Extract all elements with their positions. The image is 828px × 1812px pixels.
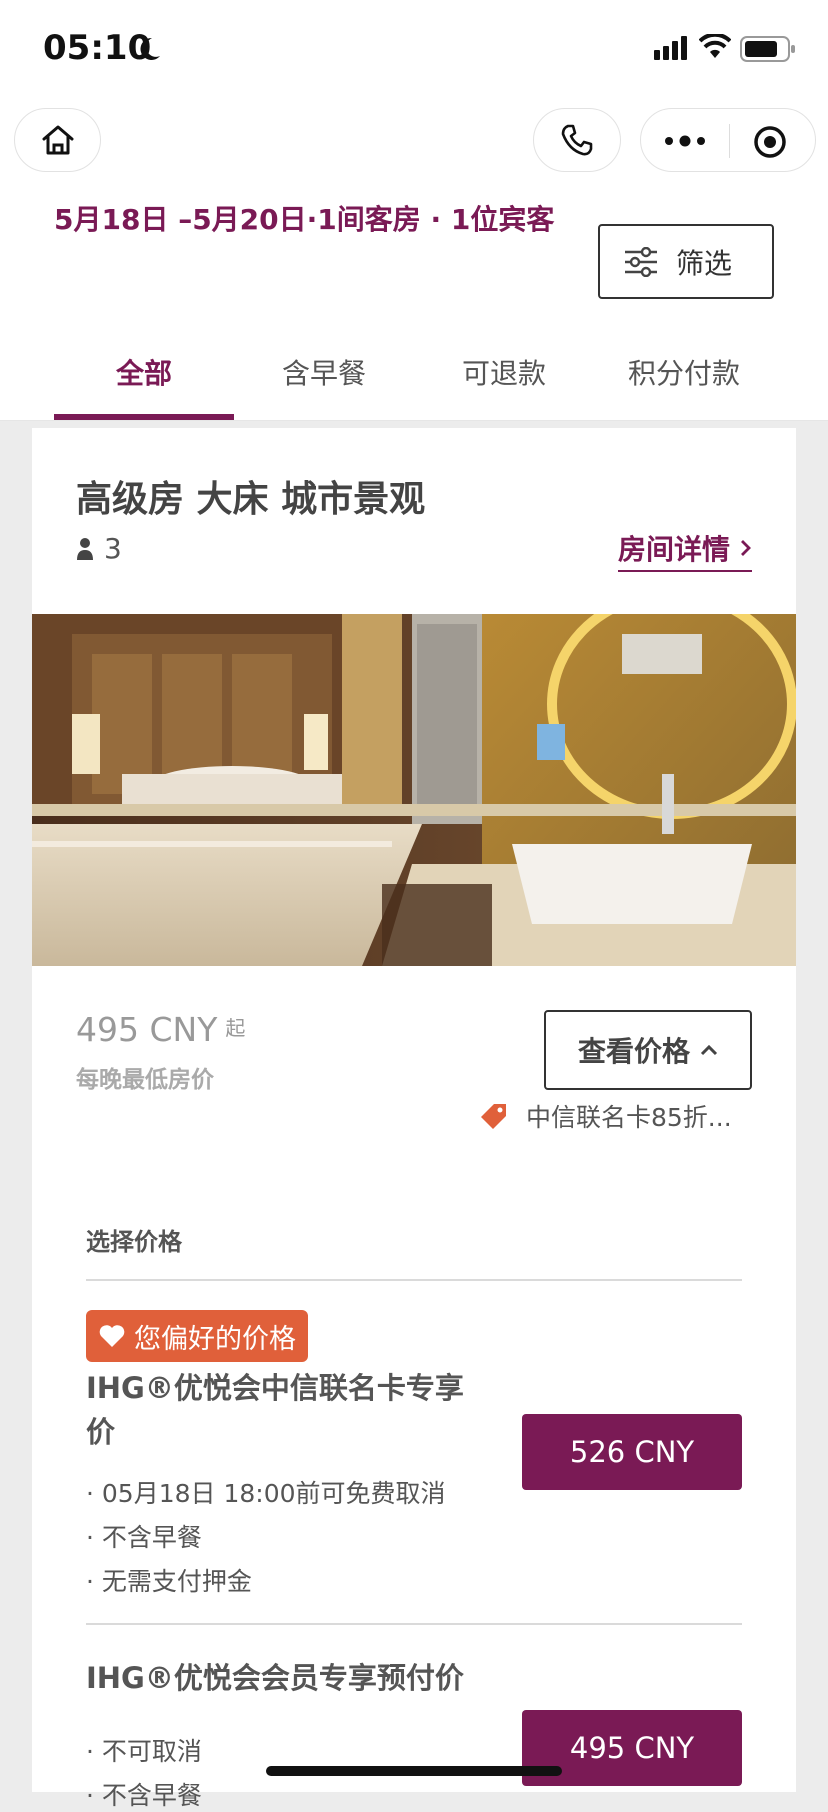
status-time: 05:10 <box>43 28 152 68</box>
person-icon <box>77 537 93 560</box>
capsule-divider <box>729 124 730 158</box>
divider <box>86 1279 742 1281</box>
status-bar: 05:10 <box>0 0 828 100</box>
room-photo[interactable] <box>32 614 796 966</box>
call-button[interactable] <box>533 108 621 172</box>
chevron-up-icon <box>700 1044 718 1056</box>
home-button[interactable] <box>14 108 101 172</box>
lowest-price-value: 495 CNY <box>76 1010 218 1049</box>
rate-name: IHG®优悦会会员专享预付价 <box>86 1661 464 1695</box>
home-icon <box>42 125 73 155</box>
rate-filter-tabs: 全部 含早餐 可退款 积分付款 <box>0 324 828 421</box>
home-indicator[interactable] <box>266 1766 562 1776</box>
price-tag-icon <box>481 1104 506 1129</box>
moon-icon <box>140 37 160 60</box>
phone-icon <box>561 124 593 156</box>
rate-feature: · 无需支付押金 <box>86 1567 252 1596</box>
filter-label: 筛选 <box>676 246 733 280</box>
lowest-price-note: 每晚最低房价 <box>76 1067 214 1093</box>
promo-text: 中信联名卡85折... <box>526 1103 732 1132</box>
room-details-label: 房间详情 <box>617 533 730 566</box>
filter-sliders-icon <box>625 246 657 277</box>
close-mini-program-icon[interactable] <box>753 125 787 159</box>
room-occupancy: 3 <box>76 532 122 565</box>
mini-program-capsule <box>640 108 816 172</box>
heart-icon <box>99 1325 125 1347</box>
tab-points[interactable]: 积分付款 <box>594 324 774 420</box>
rate-feature: · 05月18日 18:00前可免费取消 <box>86 1479 446 1508</box>
tab-refundable[interactable]: 可退款 <box>414 324 594 420</box>
select-rate-button[interactable]: 526 CNY <box>522 1414 742 1490</box>
preferred-rate-label: 您偏好的价格 <box>134 1323 296 1355</box>
rate-list: 选择价格 您偏好的价格 IHG®优悦会中信联名卡专享价 · 05月18日 18:… <box>32 1180 796 1810</box>
room-details-link[interactable]: 房间详情 <box>617 528 752 572</box>
occupancy-count: 3 <box>104 532 122 565</box>
rate-feature: · 不可取消 <box>86 1737 202 1766</box>
tab-breakfast[interactable]: 含早餐 <box>234 324 414 420</box>
view-price-label: 查看价格 <box>577 1035 690 1068</box>
wifi-icon <box>699 34 731 58</box>
rate-feature: · 不含早餐 <box>86 1523 202 1552</box>
battery-icon <box>740 36 795 62</box>
lowest-price: 495 CNY 起 <box>76 1010 245 1049</box>
view-price-button[interactable]: 查看价格 <box>544 1010 752 1090</box>
cellular-signal-icon <box>654 36 687 60</box>
chevron-right-icon <box>741 540 751 556</box>
filter-button[interactable]: 筛选 <box>598 224 774 299</box>
rate-feature: · 不含早餐 <box>86 1781 202 1810</box>
preferred-rate-badge: 您偏好的价格 <box>86 1310 308 1362</box>
price-from-suffix: 起 <box>225 1016 246 1040</box>
room-photo-image <box>32 614 796 966</box>
room-card: 高级房 大床 城市景观 3 房间详情 495 CNY 起 每晚最低房价 查看价格… <box>32 428 796 1180</box>
tab-all[interactable]: 全部 <box>54 324 234 420</box>
divider <box>86 1623 742 1625</box>
more-icon[interactable] <box>663 127 707 155</box>
rates-title: 选择价格 <box>86 1228 182 1256</box>
header: 5月18日 –5月20日·1间客房 · 1位宾客 筛选 <box>0 100 828 324</box>
rate-name: IHG®优悦会中信联名卡专享价 <box>86 1371 464 1449</box>
booking-summary[interactable]: 5月18日 –5月20日·1间客房 · 1位宾客 <box>54 198 554 238</box>
promo-offer[interactable]: 中信联名卡85折... <box>480 1098 732 1134</box>
room-title: 高级房 大床 城市景观 <box>76 479 426 520</box>
